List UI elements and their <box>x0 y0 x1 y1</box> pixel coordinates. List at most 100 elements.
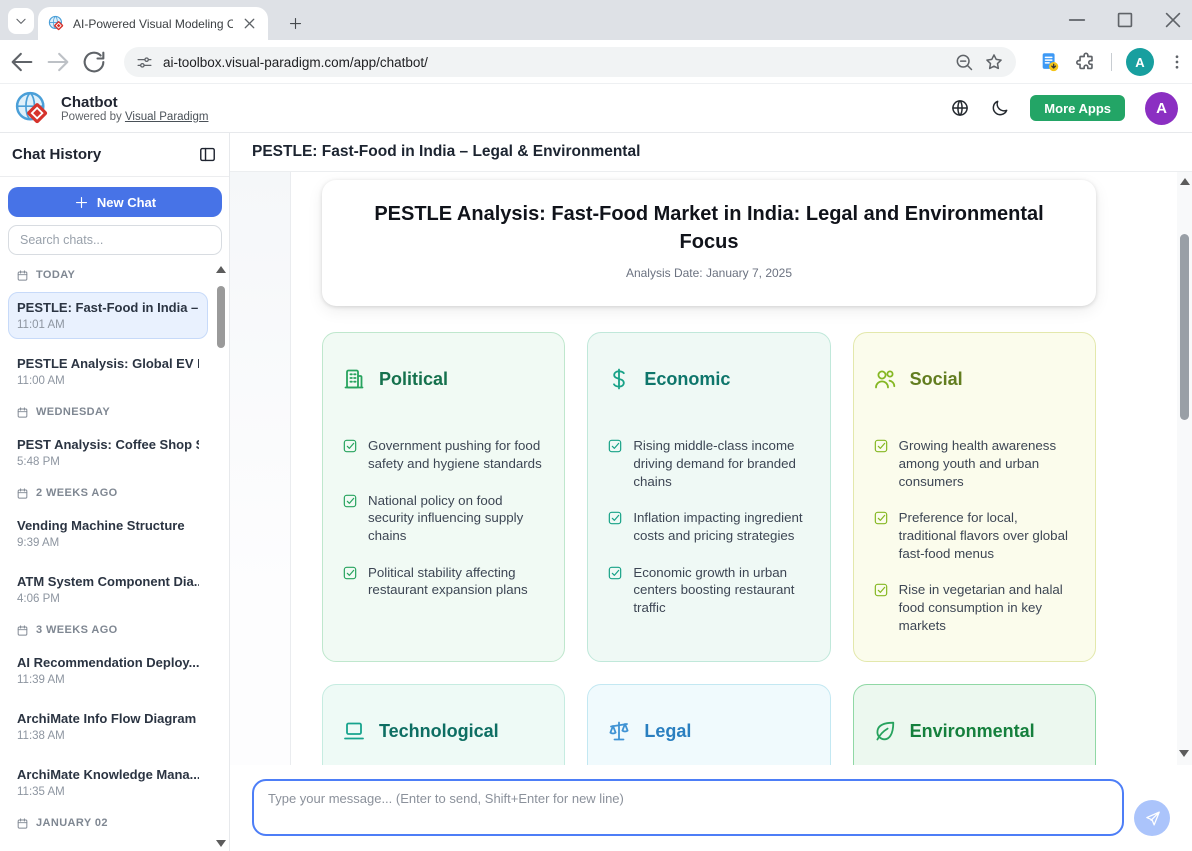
pestle-card-environmental: Environmental <box>853 684 1096 765</box>
toolbar-divider <box>1111 53 1112 71</box>
kebab-menu-icon[interactable] <box>1168 53 1186 71</box>
browser-profile-avatar[interactable]: A <box>1126 48 1154 76</box>
scroll-down-arrow[interactable] <box>1179 750 1189 757</box>
pestle-analysis-document: PESTLE Analysis: Fast-Food Market in Ind… <box>322 180 1096 765</box>
chat-item-time: 11:35 AM <box>17 786 199 798</box>
chat-history-sidebar: Chat History New Chat TODAY PESTLE: Fast-… <box>0 133 230 851</box>
minimize-button[interactable] <box>1066 9 1088 31</box>
check-square-icon <box>342 565 358 581</box>
chat-history-item[interactable]: ATM System Component Dia...4:06 PM <box>8 566 208 613</box>
address-bar[interactable]: ai-toolbox.visual-paradigm.com/app/chatb… <box>124 47 1016 77</box>
new-tab-button[interactable] <box>282 10 308 36</box>
chat-group-label: JANUARY 02 <box>16 816 208 830</box>
chat-item-time: 11:00 AM <box>17 375 199 387</box>
more-apps-button[interactable]: More Apps <box>1030 95 1125 121</box>
back-icon[interactable] <box>8 48 36 76</box>
building-icon <box>342 367 366 391</box>
site-settings-icon[interactable] <box>136 54 153 71</box>
pestle-grid: PoliticalGovernment pushing for food saf… <box>322 332 1096 765</box>
chat-item-time: 11:38 AM <box>17 730 199 742</box>
extensions-puzzle-icon[interactable] <box>1075 51 1097 73</box>
chat-history-group: 2 WEEKS AGO Vending Machine Structure9:39… <box>8 486 208 613</box>
reload-icon[interactable] <box>80 48 108 76</box>
dark-mode-moon-icon[interactable] <box>990 98 1010 118</box>
chat-group-label: 2 WEEKS AGO <box>16 486 208 500</box>
chat-history-group: WEDNESDAY PEST Analysis: Coffee Shop S...… <box>8 405 208 476</box>
check-square-icon <box>873 438 889 454</box>
sidebar-header: Chat History <box>0 133 229 177</box>
browser-toolbar: ai-toolbox.visual-paradigm.com/app/chatb… <box>0 40 1192 84</box>
docs-offline-icon[interactable] <box>1039 51 1061 73</box>
chat-item-title: ArchiMate Knowledge Mana... <box>17 767 199 782</box>
chat-item-time: 11:39 AM <box>17 674 199 686</box>
chat-item-title: PESTLE: Fast-Food in India – ... <box>17 300 199 315</box>
scrollbar-thumb[interactable] <box>1180 234 1189 420</box>
chat-history-item[interactable]: PESTLE: Fast-Food in India – ... 11:01 AM <box>8 292 208 339</box>
tab-close-icon[interactable] <box>241 15 258 32</box>
chat-item-title: AI Recommendation Deploy... <box>17 655 199 670</box>
factor-text: Inflation impacting ingredient costs and… <box>633 509 810 544</box>
chat-messages-area: PESTLE Analysis: Fast-Food Market in Ind… <box>230 172 1192 765</box>
scroll-down-arrow[interactable] <box>216 840 226 847</box>
sidebar-scrollbar[interactable] <box>215 264 227 849</box>
scroll-up-arrow[interactable] <box>216 266 226 273</box>
check-square-icon <box>873 582 889 598</box>
check-square-icon <box>607 438 623 454</box>
chat-history-item[interactable]: ArchiMate Knowledge Mana... 11:35 AM <box>8 759 208 806</box>
card-factor-item: Rising middle-class income driving deman… <box>607 437 810 490</box>
factor-text: National policy on food security influen… <box>368 492 545 545</box>
plus-icon <box>288 16 303 31</box>
zoom-icon[interactable] <box>954 52 974 72</box>
scroll-up-arrow[interactable] <box>1180 178 1190 185</box>
user-avatar[interactable]: A <box>1145 92 1178 125</box>
tab-search-button[interactable] <box>8 8 34 34</box>
send-button[interactable] <box>1134 800 1170 836</box>
card-header: Social <box>873 367 1076 391</box>
new-chat-button[interactable]: New Chat <box>8 187 222 217</box>
plus-icon <box>74 195 89 210</box>
app-body: Chat History New Chat TODAY PESTLE: Fast-… <box>0 133 1192 851</box>
browser-tab[interactable]: AI-Powered Visual Modeling Ch <box>38 7 268 40</box>
chat-history-item[interactable]: Vending Machine Structure9:39 AM <box>8 510 208 557</box>
sidebar-collapse-icon[interactable] <box>198 145 217 164</box>
card-factor-item: Growing health awareness among youth and… <box>873 437 1076 490</box>
chat-item-time: 11:01 AM <box>17 319 199 331</box>
analysis-title: PESTLE Analysis: Fast-Food Market in Ind… <box>352 201 1066 256</box>
forward-icon[interactable] <box>44 48 72 76</box>
chat-history-item[interactable]: PESTLE Analysis: Global EV In... 11:00 AM <box>8 348 208 395</box>
chat-history-item[interactable]: ArchiMate Info Flow Diagram11:38 AM <box>8 703 208 750</box>
search-chats-input[interactable] <box>8 225 222 255</box>
language-globe-icon[interactable] <box>950 98 970 118</box>
chat-history-item[interactable]: PEST Analysis: Coffee Shop S...5:48 PM <box>8 429 208 476</box>
check-square-icon <box>342 493 358 509</box>
app-header: Chatbot Powered by Visual Paradigm More … <box>0 84 1192 133</box>
card-title: Technological <box>379 721 499 742</box>
chat-group-label: WEDNESDAY <box>16 405 208 419</box>
scrollbar-thumb[interactable] <box>217 286 225 348</box>
chat-history-group: 3 WEEKS AGOAI Recommendation Deploy...11… <box>8 623 208 806</box>
tab-title: AI-Powered Visual Modeling Ch <box>73 17 233 31</box>
main-scrollbar[interactable] <box>1177 172 1192 765</box>
card-factor-item: Political stability affecting restaurant… <box>342 564 545 599</box>
analysis-title-card: PESTLE Analysis: Fast-Food Market in Ind… <box>322 180 1096 306</box>
pestle-card-legal: Legal <box>587 684 830 765</box>
card-title: Social <box>910 369 963 390</box>
window-close-button[interactable] <box>1162 9 1184 31</box>
powered-by-label: Powered by Visual Paradigm <box>61 111 208 123</box>
visual-paradigm-link[interactable]: Visual Paradigm <box>125 111 209 123</box>
check-square-icon <box>607 565 623 581</box>
chat-item-title: ATM System Component Dia... <box>17 574 199 589</box>
card-factor-item: Rise in vegetarian and halal food consum… <box>873 581 1076 634</box>
message-input[interactable] <box>252 779 1124 836</box>
chat-item-title: PESTLE Analysis: Global EV In... <box>17 356 199 371</box>
chat-history-item[interactable]: AI Recommendation Deploy... 11:39 AM <box>8 647 208 694</box>
tab-strip: AI-Powered Visual Modeling Ch <box>0 0 1192 40</box>
maximize-button[interactable] <box>1114 9 1136 31</box>
bookmark-star-icon[interactable] <box>984 52 1004 72</box>
calendar-icon <box>16 269 29 282</box>
scales-icon <box>607 719 631 743</box>
pestle-card-technological: Technological <box>322 684 565 765</box>
message-composer <box>230 765 1192 851</box>
chat-group-label: TODAY <box>16 268 208 282</box>
chat-item-time: 5:48 PM <box>17 456 199 468</box>
